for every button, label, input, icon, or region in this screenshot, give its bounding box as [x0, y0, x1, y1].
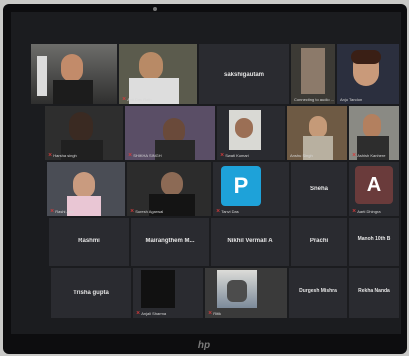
avatar-letter: P [233, 173, 249, 198]
participant-tile[interactable] [31, 44, 117, 104]
participant-tile[interactable]: Trisha gupta [51, 268, 131, 318]
participant-tile[interactable]: ⨯ SHIKHA SINGH [125, 106, 215, 160]
participant-tile[interactable]: ⨯ Anil Das Rath [119, 44, 197, 104]
participant-name: Sneha [309, 186, 328, 192]
participant-tile[interactable]: Mairangthem M... [131, 218, 209, 266]
participant-name: ⨯ Suresh Agarwal [130, 208, 164, 214]
participant-tile[interactable]: Nikhil Vermall A [211, 218, 289, 266]
participant-tile[interactable]: Durgesh Mishra [289, 268, 347, 318]
participant-tile[interactable]: Rashmi [49, 218, 129, 266]
participant-tile[interactable]: ⨯ Ashish Kanhere [349, 106, 399, 160]
video-meeting-screen: ⨯ Anil Das Rath sakshigautam Connecting t… [11, 12, 401, 334]
participant-name: sakshigautam [223, 72, 265, 78]
participant-tile[interactable]: Rekha Nanda [349, 268, 399, 318]
participant-name: Nikhil Vermall A [227, 238, 273, 244]
participant-name: Durgesh Mishra [299, 288, 337, 294]
participant-name: Mairangthem M... [145, 238, 195, 244]
participant-tile[interactable]: ⨯ Suresh Agarwal [127, 162, 211, 216]
participant-tile[interactable]: ⨯ Ritik [205, 268, 287, 318]
participant-name: Manoh 10th B [357, 236, 391, 242]
participant-tile[interactable]: sakshigautam [199, 44, 289, 104]
participant-tile[interactable]: Connecting to audio ... [291, 44, 335, 104]
participant-tile[interactable]: Manoh 10th B [349, 218, 399, 266]
hp-logo: hp [197, 340, 211, 351]
participant-name: ⨯ Anjali Sharma [136, 310, 167, 316]
avatar: A [355, 166, 393, 204]
participant-tile[interactable]: Sneha [291, 162, 347, 216]
participant-tile[interactable]: P ⨯ Tanvi Das [213, 162, 289, 216]
participant-name: ⨯ Ritik [208, 310, 221, 316]
participant-name: ⨯ Rashi Jain [50, 208, 74, 214]
participant-name: ⨯ Anil Das Rath [122, 96, 152, 102]
participant-name: ⨯ Aarti Dhingra [352, 208, 381, 214]
participant-name: Anshu Singh [290, 153, 313, 158]
participant-name: ⨯ Harsha singh [48, 152, 77, 158]
participant-name: Anju Tandon [340, 97, 363, 102]
participant-name: Connecting to audio ... [294, 97, 335, 102]
participant-name: Trisha gupta [73, 290, 109, 296]
camera-dot [153, 7, 157, 11]
participant-name: ⨯ Swati Kumari [220, 152, 249, 158]
participant-tile[interactable]: ⨯ Anjali Sharma [133, 268, 203, 318]
participant-name: ⨯ Tanvi Das [216, 208, 239, 214]
participant-tile[interactable]: ⨯ Rashi Jain [47, 162, 125, 216]
participant-name: Rashmi [78, 238, 100, 244]
participant-name: Prachi [309, 238, 329, 244]
participant-tile[interactable]: A ⨯ Aarti Dhingra [349, 162, 399, 216]
avatar-letter: A [366, 173, 382, 196]
participant-tile[interactable]: ⨯ Harsha singh [45, 106, 123, 160]
participant-tile[interactable]: ⨯ Swati Kumari [217, 106, 285, 160]
avatar: P [221, 166, 261, 206]
participant-name: ⨯ SHIKHA SINGH [128, 152, 162, 158]
participant-tile[interactable]: Anshu Singh [287, 106, 347, 160]
participant-tile[interactable]: Anju Tandon [337, 44, 399, 104]
participant-tile[interactable]: Prachi [291, 218, 347, 266]
participant-name: ⨯ Ashish Kanhere [352, 152, 386, 158]
laptop-frame: ⨯ Anil Das Rath sakshigautam Connecting t… [3, 4, 407, 354]
participant-name: Rekha Nanda [358, 288, 390, 294]
